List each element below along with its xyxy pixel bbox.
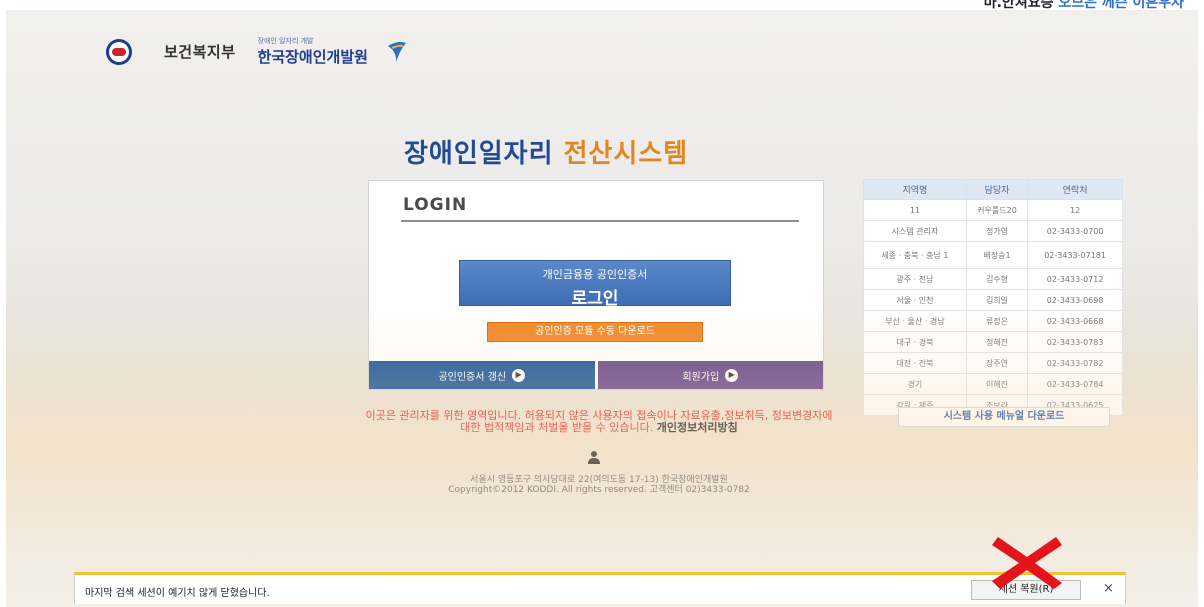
login-divider [401,220,799,222]
login-panel: LOGIN 개인금융용 공인인증서 로그인 공인인증 모듈 수동 다운로드 공인… [368,180,824,390]
page-title-part1: 장애인일자리 [404,139,554,169]
footer-copyright: Copyright©2012 KODDI. All rights reserve… [448,485,750,495]
page-footer: 서울시 영등포구 의사당대로 22(여의도동 17-13) 한국장애인개발원 C… [364,475,834,495]
ministry-emblem-icon [106,38,150,65]
cell-phone: 02-3433-0700 [1027,220,1123,242]
table-header-row: 지역명 담당자 연락처 [863,179,1123,200]
table-row: 세종 · 충북 · 충남 1 배정승1 02-3433-07181 [863,241,1123,269]
arrow-right-icon: ▶ [512,368,526,382]
cell-region: 부산 · 울산 · 경남 [863,310,967,332]
person-icon [588,451,600,464]
table-row: 11 커우를드20 12 [863,199,1123,221]
top-cropped-text-part2: 오므은 께슨 이흔우사 [1058,0,1184,10]
column-header-phone: 연락처 [1027,179,1123,200]
cell-phone: 02-3433-0783 [1027,331,1123,353]
notification-message: 마지막 검색 세션이 예기치 않게 닫혔습니다. [85,588,270,599]
cell-manager: 정해진 [965,331,1029,353]
page-background: 보건복지부 장애인 일자리 개발 한국장애인개발원 장애인일자리 전산시스템 L… [6,10,1198,607]
cell-manager: 장주연 [965,352,1029,374]
header-logos: 보건복지부 장애인 일자리 개발 한국장애인개발원 [106,36,408,67]
cell-phone: 02-3433-07181 [1027,241,1123,269]
agency-slogan: 장애인 일자리 개발 [257,37,314,45]
login-bottom-buttons: 공인인증서 갱신 ▶ 회원가입 ▶ [369,361,823,389]
table-row: 시스템 관리자 정가영 02-3433-0700 [863,220,1123,242]
table-row: 부산 · 울산 · 경남 류정은 02-3433-0668 [863,310,1123,332]
agency-name: 한국장애인개발원 [257,48,368,66]
page-title: 장애인일자리 전산시스템 [404,133,688,170]
admin-warning-text: 이곳은 관리자를 위한 영역입니다. 허용되지 않은 사용자의 접속이나 자료유… [365,409,833,434]
cell-region: 11 [863,199,967,221]
top-cropped-header: 마.안쳐요승 오므은 께슨 이흔우사 [0,0,1204,10]
cell-phone: 02-3433-0782 [1027,352,1123,374]
cell-region: 세종 · 충북 · 충남 1 [863,241,967,269]
login-heading: LOGIN [403,195,468,215]
module-download-button[interactable]: 공인인증 모듈 수동 다운로드 [487,322,703,342]
table-row: 광주 · 전남 김수형 02-3433-0712 [863,268,1123,290]
agency-swoosh-icon [387,41,406,62]
renew-certificate-button[interactable]: 공인인증서 갱신 ▶ [369,361,595,389]
certificate-login-subtitle: 개인금융용 공인인증서 [542,268,648,281]
certificate-login-button[interactable]: 개인금융용 공인인증서 로그인 [459,260,731,309]
join-label: 회원가입 [682,371,720,383]
cell-manager: 이혜진 [965,373,1029,395]
table-row: 서울 · 인천 김희일 02-3433-0698 [863,289,1123,311]
arrow-right-icon: ▶ [725,368,739,382]
join-button[interactable]: 회원가입 ▶ [594,361,823,389]
cell-region: 경기 [863,373,967,395]
cell-manager: 배정승1 [965,241,1029,269]
cell-region: 시스템 관리자 [863,220,967,242]
table-row: 대구 · 경북 정해진 02-3433-0783 [863,331,1123,353]
top-cropped-text: 마.안쳐요승 오므은 께슨 이흔우사 [984,0,1184,10]
close-icon[interactable]: × [1103,581,1114,596]
cell-region: 서울 · 인천 [863,289,967,311]
cell-phone: 02-3433-0712 [1027,268,1123,290]
column-header-region: 지역명 [863,179,967,200]
top-cropped-text-part1: 마.안쳐요승 [983,0,1054,10]
certificate-login-label: 로그인 [571,289,619,309]
session-notification-bar: 마지막 검색 세션이 예기치 않게 닫혔습니다. 세션 복원(R) × [74,572,1126,604]
table-row: 경기 이혜진 02-3433-0784 [863,373,1123,395]
restore-session-button[interactable]: 세션 복원(R) [971,580,1081,600]
cell-phone: 12 [1027,199,1123,221]
cell-region: 대구 · 경북 [863,331,967,353]
cell-manager: 김수형 [965,268,1029,290]
table-row: 대전 · 전북 장주연 02-3433-0782 [863,352,1123,374]
cell-region: 광주 · 전남 [863,268,967,290]
cell-phone: 02-3433-0668 [1027,310,1123,332]
page-title-part2: 전산시스템 [563,139,689,169]
manual-download-button[interactable]: 시스템 사용 메뉴얼 다운로드 [898,407,1110,427]
privacy-policy-link[interactable]: 개인정보처리방침 [657,421,738,434]
cell-phone: 02-3433-0784 [1027,373,1123,395]
footer-address: 서울시 영등포구 의사당대로 22(여의도동 17-13) 한국장애인개발원 [470,475,728,485]
admin-warning: 이곳은 관리자를 위한 영역입니다. 허용되지 않은 사용자의 접속이나 자료유… [364,410,834,434]
cell-phone: 02-3433-0698 [1027,289,1123,311]
renew-certificate-label: 공인인증서 갱신 [438,371,507,383]
ministry-name: 보건복지부 [164,43,236,61]
cell-manager: 커우를드20 [965,199,1029,221]
cell-manager: 정가영 [965,220,1029,242]
cell-manager: 김희일 [965,289,1029,311]
column-header-manager: 담당자 [965,179,1029,200]
agency-logo: 장애인 일자리 개발 한국장애인개발원 [258,36,368,67]
cell-manager: 류정은 [965,310,1029,332]
contact-table: 지역명 담당자 연락처 11 커우를드20 12 시스템 관리자 정가영 02-3433… [863,179,1123,416]
cell-region: 대전 · 전북 [863,352,967,374]
